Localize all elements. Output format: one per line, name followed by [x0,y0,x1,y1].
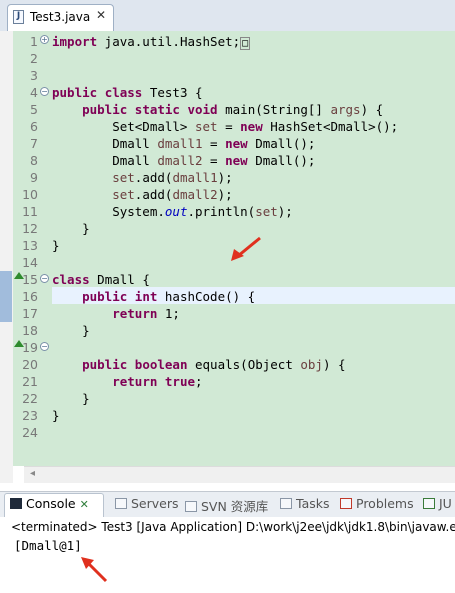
annotation-arrow-icon [231,236,261,261]
line-number: 2 [30,51,38,66]
line-number: 10 [22,187,38,202]
horizontal-scrollbar[interactable] [24,466,455,483]
close-icon[interactable]: ✕ [80,498,89,511]
problems-icon [340,498,352,509]
tab-test3-java[interactable]: J Test3.java ✕ [7,4,114,31]
line-number: 3 [30,68,38,83]
junit-icon [423,498,435,509]
console-icon [10,498,22,509]
line-number: 20 [22,357,38,372]
line-number: 24 [22,425,38,440]
tab-junit[interactable]: JU [423,496,452,511]
servers-icon [115,498,127,509]
code-line[interactable]: } [52,220,90,237]
line-number: 18 [22,323,38,338]
scroll-left-icon[interactable]: ◂ [30,468,35,479]
line-number: 14 [22,255,38,270]
code-line[interactable]: System.out.println(set); [52,203,293,220]
code-line[interactable]: Dmall dmall2 = new Dmall(); [52,152,315,169]
tab-problems[interactable]: Problems [340,496,414,511]
line-number: 6 [30,119,38,134]
override-icon[interactable] [14,272,24,279]
svn-repository-icon [185,501,197,512]
code-line[interactable]: public boolean equals(Object obj) { [52,356,345,373]
line-number: 1 [30,34,38,49]
collapse-fold-icon[interactable]: − [40,274,49,283]
code-line[interactable]: } [52,322,90,339]
collapse-fold-icon[interactable]: − [40,342,49,351]
line-number: 8 [30,153,38,168]
line-number: 11 [22,204,38,219]
console-status-line: <terminated> Test3 [Java Application] D:… [11,520,455,534]
code-line[interactable]: Set<Dmall> set = new HashSet<Dmall>(); [52,118,398,135]
annotation-arrow-icon [81,557,108,583]
code-line[interactable]: set.add(dmall1); [52,169,232,186]
code-line[interactable]: Dmall dmall1 = new Dmall(); [52,135,315,152]
collapse-fold-icon[interactable]: − [40,87,49,96]
expand-fold-icon[interactable]: + [40,35,49,44]
console-output-text: [Dmall@1] [14,538,82,553]
line-number: 5 [30,102,38,117]
tab-svn-repository[interactable]: SVN 资源库 [185,496,268,515]
line-number: 13 [22,238,38,253]
line-number: 17 [22,306,38,321]
code-line[interactable]: public class Test3 { [52,84,203,101]
line-number: 7 [30,136,38,151]
overview-ruler[interactable] [0,31,13,483]
code-line[interactable]: set.add(dmall2); [52,186,232,203]
code-line[interactable]: class Dmall { [52,271,150,288]
line-number: 21 [22,374,38,389]
tab-servers[interactable]: Servers [115,496,179,511]
code-line[interactable]: } [52,407,60,424]
tasks-icon [280,498,292,509]
line-number: 22 [22,391,38,406]
code-line[interactable]: import java.util.HashSet; □ [52,33,251,50]
code-line[interactable]: return true; [52,373,202,390]
line-number: 12 [22,221,38,236]
line-number: 16 [22,289,38,304]
tab-console-label[interactable]: Console ✕ [10,496,89,511]
line-number: 4 [30,85,38,100]
code-line[interactable]: public static void main(String[] args) { [52,101,383,118]
close-icon[interactable]: ✕ [96,8,106,22]
line-number: 23 [22,408,38,423]
line-number: 9 [30,170,38,185]
java-file-icon: J [13,10,24,24]
code-line[interactable]: return 1; [52,305,180,322]
tab-label: Test3.java [30,10,91,24]
code-line[interactable]: } [52,237,60,254]
tab-tasks[interactable]: Tasks [280,496,330,511]
override-icon[interactable] [14,340,24,347]
code-line[interactable]: } [52,390,90,407]
override-marker [0,271,12,322]
code-line[interactable]: public int hashCode() { [52,288,255,305]
